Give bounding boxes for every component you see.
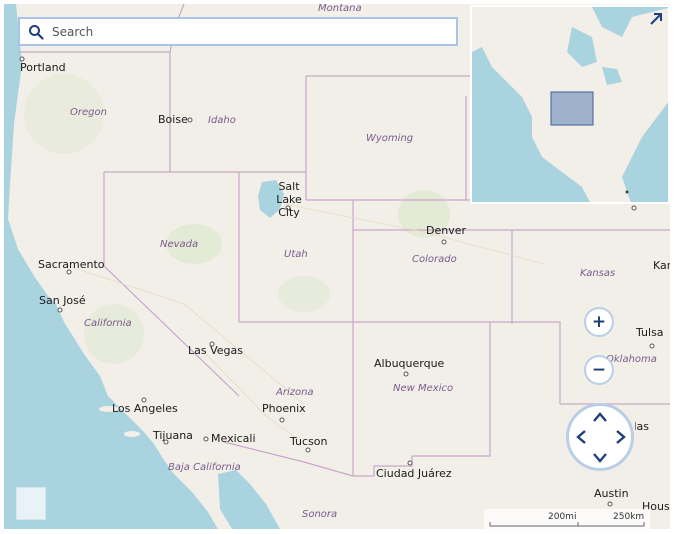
city-label-ciudad-juarez: Ciudad Juárez [376,467,452,480]
city-label-las-vegas: Las Vegas [188,344,243,357]
city-label-albuquerque: Albuquerque [374,357,445,370]
city-label-portland: Portland [20,61,66,74]
map-canvas[interactable]: Montana Oregon Idaho Wyoming Nevada Utah… [4,4,670,529]
scale-metric: 250km [613,512,645,522]
overview-map[interactable] [470,5,670,204]
chevron-up-icon[interactable] [592,409,608,425]
state-label-baja-california: Baja California [168,462,241,473]
scale-imperial: 200mi [548,512,577,522]
scale-bar: 200mi 250km [484,509,650,529]
expand-icon[interactable] [648,11,664,27]
city-label-mexicali: Mexicali [211,432,256,445]
search-icon [28,24,44,40]
state-label-utah: Utah [284,249,308,260]
state-label-new-mexico: New Mexico [393,383,454,394]
state-label-california: California [84,318,132,329]
city-label-sacramento: Sacramento [38,258,105,271]
state-label-wyoming: Wyoming [366,133,414,144]
state-label-oklahoma: Oklahoma [606,354,657,365]
search-box[interactable] [18,17,458,46]
state-label-kansas: Kansas [580,268,616,279]
state-label-sonora: Sonora [302,509,338,520]
state-label-montana: Montana [318,4,362,14]
city-label-tucson: Tucson [290,435,328,448]
city-label-dallas: Dallas [635,421,649,432]
pan-control[interactable] [566,403,634,471]
state-label-colorado: Colorado [412,254,457,265]
overview-map-image [472,7,668,202]
zoom-in-button[interactable]: + [584,307,614,337]
zoom-out-button[interactable]: − [584,355,614,385]
city-label-tijuana: Tijuana [153,429,193,442]
state-label-nevada: Nevada [160,239,199,250]
state-label-arizona: Arizona [276,387,314,398]
city-label-boise: Boise [158,113,188,126]
chevron-left-icon[interactable] [573,429,589,445]
city-label-san-jose: San José [39,294,86,307]
chevron-down-icon[interactable] [592,450,608,466]
chevron-right-icon[interactable] [613,429,629,445]
city-label-austin: Austin [594,487,629,500]
city-label-phoenix: Phoenix [262,402,306,415]
city-label-los-angeles: Los Angeles [112,402,178,415]
city-label-kansas-city: Kansas City [653,260,670,271]
search-input[interactable] [50,23,434,40]
map-legend-box[interactable] [16,487,46,520]
state-label-oregon: Oregon [70,107,107,118]
overview-viewport-rect[interactable] [550,91,594,126]
city-label-denver: Denver [426,224,467,237]
state-label-idaho: Idaho [208,115,236,126]
city-label-salt-lake-city: Salt Lake City [276,180,302,219]
city-label-tulsa: Tulsa [636,326,664,339]
